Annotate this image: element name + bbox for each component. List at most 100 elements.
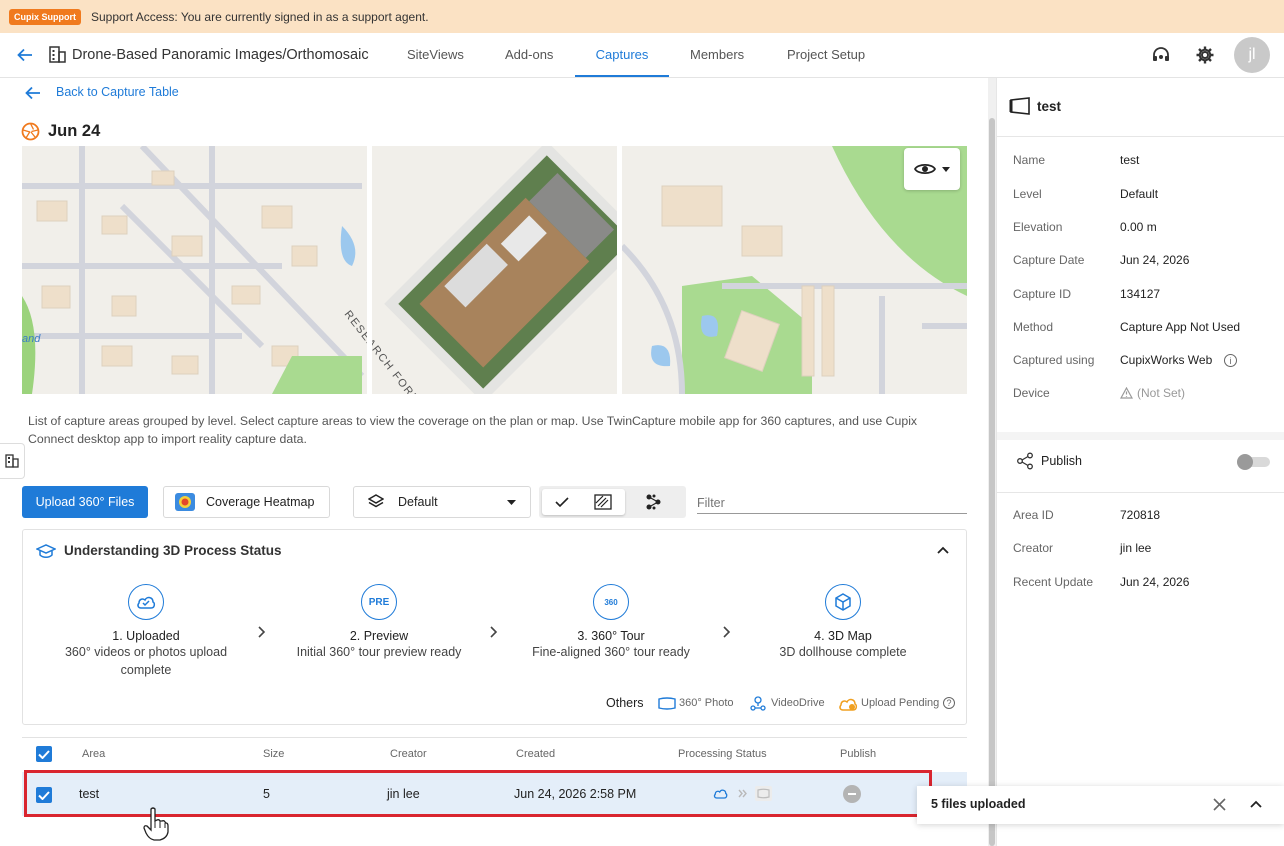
coverage-heatmap-label: Coverage Heatmap xyxy=(206,495,315,509)
videodrive-icon xyxy=(750,696,766,711)
prop-value-device: (Not Set) xyxy=(1137,386,1186,400)
step-description: Fine-aligned 360° tour ready xyxy=(532,645,690,659)
column-header-creator[interactable]: Creator xyxy=(390,748,427,760)
prop-value-capture-date: Jun 24, 2026 xyxy=(1120,253,1190,267)
row-creator: jin lee xyxy=(387,787,420,801)
row-created: Jun 24, 2026 2:58 PM xyxy=(514,787,637,801)
tab-captures[interactable]: Captures xyxy=(575,33,669,77)
process-step-preview: PRE 2. Preview Initial 360° tour preview… xyxy=(276,584,482,661)
status-pending-tour-icon xyxy=(755,786,772,801)
building-icon xyxy=(5,454,19,468)
user-avatar[interactable]: jl xyxy=(1234,37,1270,73)
prop-value-name: test xyxy=(1120,153,1140,167)
main-scrollbar[interactable] xyxy=(988,78,996,846)
process-status-panel: Understanding 3D Process Status 1. Uploa… xyxy=(22,529,967,725)
chevron-up-icon[interactable] xyxy=(1250,800,1262,808)
publish-disabled-icon[interactable] xyxy=(843,785,861,803)
help-icon[interactable]: ? xyxy=(943,697,955,709)
project-title[interactable]: Drone-Based Panoramic Images/Orthomosaic xyxy=(72,33,369,77)
tab-project-setup[interactable]: Project Setup xyxy=(787,33,865,77)
support-tag: Cupix Support xyxy=(9,8,81,25)
graduation-cap-icon xyxy=(36,544,56,560)
meta-value-creator: jin lee xyxy=(1120,541,1152,555)
layers-icon xyxy=(368,494,384,510)
capture-description: List of capture areas grouped by level. … xyxy=(28,414,918,446)
filter-input[interactable] xyxy=(697,492,967,514)
publish-toggle[interactable] xyxy=(1237,454,1270,470)
status-uploaded-cloud-icon xyxy=(713,788,728,799)
upload-360-files-button[interactable]: Upload 360° Files xyxy=(22,486,148,518)
legend-videodrive: VideoDrive xyxy=(771,697,825,709)
step-title: 3. 360° Tour xyxy=(577,629,645,643)
close-icon[interactable] xyxy=(1213,798,1226,811)
info-icon[interactable]: i xyxy=(1224,354,1237,367)
column-header-processing-status[interactable]: Processing Status xyxy=(678,748,767,760)
select-all-checkbox[interactable] xyxy=(36,746,52,762)
panorama-frame-icon xyxy=(1009,97,1031,115)
column-header-area[interactable]: Area xyxy=(82,748,105,760)
column-header-created[interactable]: Created xyxy=(516,748,555,760)
hand-cursor-icon xyxy=(143,807,169,841)
map-visibility-button[interactable] xyxy=(904,148,960,190)
prop-value-captured-using: CupixWorks Web xyxy=(1120,353,1213,367)
plan-coverage-icon xyxy=(594,494,612,510)
legend-upload-pending: Upload Pending xyxy=(861,697,940,709)
caret-down-icon xyxy=(507,500,516,505)
prop-label-method: Method xyxy=(1013,320,1054,334)
upload-toast: 5 files uploaded xyxy=(917,786,1284,824)
prop-value-capture-id: 134127 xyxy=(1120,287,1161,301)
coverage-heatmap-button[interactable]: Coverage Heatmap xyxy=(163,486,330,518)
capture-detail-main: Back to Capture Table Jun 24 RESEARCH FO… xyxy=(0,78,988,846)
side-panel-toggle[interactable] xyxy=(0,443,25,479)
support-banner: Cupix Support Support Access: You are cu… xyxy=(0,0,1284,33)
cube-icon xyxy=(825,584,861,620)
meta-value-area-id: 720818 xyxy=(1120,508,1161,522)
back-arrow-icon[interactable] xyxy=(24,84,42,102)
back-to-capture-table-link[interactable]: Back to Capture Table xyxy=(56,85,179,99)
top-navigation: Drone-Based Panoramic Images/Orthomosaic… xyxy=(0,33,1284,78)
prop-value-level: Default xyxy=(1120,187,1159,201)
360-tour-icon: 360 xyxy=(593,584,629,620)
check-icon xyxy=(555,497,569,507)
tab-add-ons[interactable]: Add-ons xyxy=(505,33,553,77)
step-title: 1. Uploaded xyxy=(112,629,180,643)
scrollbar-thumb[interactable] xyxy=(989,118,995,846)
graph-nodes-icon[interactable] xyxy=(643,493,663,511)
toast-message: 5 files uploaded xyxy=(931,797,1026,811)
prop-label-capture-date: Capture Date xyxy=(1013,253,1085,267)
building-icon xyxy=(48,45,67,64)
step-title: 2. Preview xyxy=(349,629,409,643)
support-headset-icon[interactable] xyxy=(1151,45,1171,65)
row-area: test xyxy=(79,787,100,801)
panel-title: test xyxy=(1037,99,1062,114)
eye-icon xyxy=(914,162,936,176)
row-checkbox[interactable] xyxy=(36,787,52,803)
back-arrow-icon[interactable] xyxy=(16,46,34,64)
divider xyxy=(997,136,1284,137)
settings-gear-icon[interactable] xyxy=(1195,45,1215,65)
column-header-size[interactable]: Size xyxy=(263,748,284,760)
chevron-up-icon[interactable] xyxy=(937,546,949,554)
level-select[interactable]: Default xyxy=(353,486,531,518)
capture-map[interactable]: RESEARCH FORE and xyxy=(22,146,967,394)
step-description: 3D dollhouse complete xyxy=(779,645,907,659)
capture-aperture-icon xyxy=(21,122,40,141)
process-step-uploaded: 1. Uploaded 360° videos or photos upload… xyxy=(43,584,249,679)
legend-360-photo: 360° Photo xyxy=(679,697,734,709)
support-message: Support Access: You are currently signed… xyxy=(91,9,429,24)
upload-pending-icon xyxy=(838,697,858,711)
tab-members[interactable]: Members xyxy=(690,33,744,77)
step-description: 360° videos or photos upload complete xyxy=(64,645,228,677)
column-header-publish[interactable]: Publish xyxy=(840,748,876,760)
view-mode-list-option[interactable] xyxy=(542,489,625,515)
prop-label-name: Name xyxy=(1013,153,1046,167)
prop-label-captured-using: Captured using xyxy=(1013,353,1095,367)
caret-down-icon xyxy=(942,166,950,172)
tab-siteviews[interactable]: SiteViews xyxy=(407,33,464,77)
divider xyxy=(997,492,1284,493)
view-mode-toggle xyxy=(539,486,686,518)
row-size: 5 xyxy=(263,787,270,801)
prop-label-device: Device xyxy=(1013,386,1050,400)
heatmap-icon xyxy=(175,493,195,511)
meta-label-area-id: Area ID xyxy=(1013,508,1054,522)
